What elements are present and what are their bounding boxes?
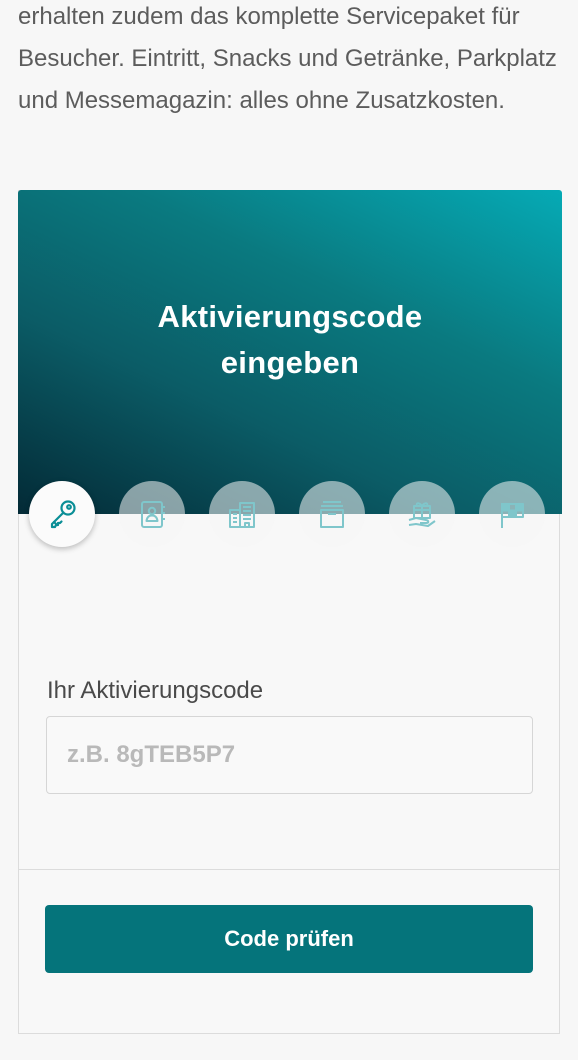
step-activation-code[interactable] — [29, 481, 95, 547]
hero-title-line2: eingeben — [220, 345, 360, 380]
activation-code-input[interactable] — [46, 716, 533, 794]
step-indicator — [29, 481, 554, 551]
activation-code-label: Ihr Aktivierungscode — [47, 677, 264, 704]
card-divider — [19, 869, 559, 870]
flag-icon — [501, 503, 524, 528]
step-package[interactable] — [299, 481, 365, 547]
step-services[interactable] — [389, 481, 455, 547]
hero-banner: Aktivierungscode eingeben — [18, 190, 562, 514]
step-finish[interactable] — [479, 481, 545, 547]
check-code-button[interactable]: Code prüfen — [45, 905, 533, 973]
box-icon — [320, 501, 344, 528]
gift-icon — [408, 502, 436, 527]
step-company[interactable] — [209, 481, 275, 547]
intro-paragraph: erhalten zudem das komplette Servicepake… — [18, 3, 557, 114]
contact-card-icon — [141, 501, 165, 528]
key-icon — [50, 500, 76, 529]
step-contact[interactable] — [119, 481, 185, 547]
hero-title-line1: Aktivierungscode — [157, 299, 423, 334]
hero-title: Aktivierungscode eingeben — [18, 294, 562, 386]
activation-card: Aktivierungscode eingeben Ihr Aktivierun… — [18, 190, 562, 1034]
building-icon — [229, 502, 255, 528]
